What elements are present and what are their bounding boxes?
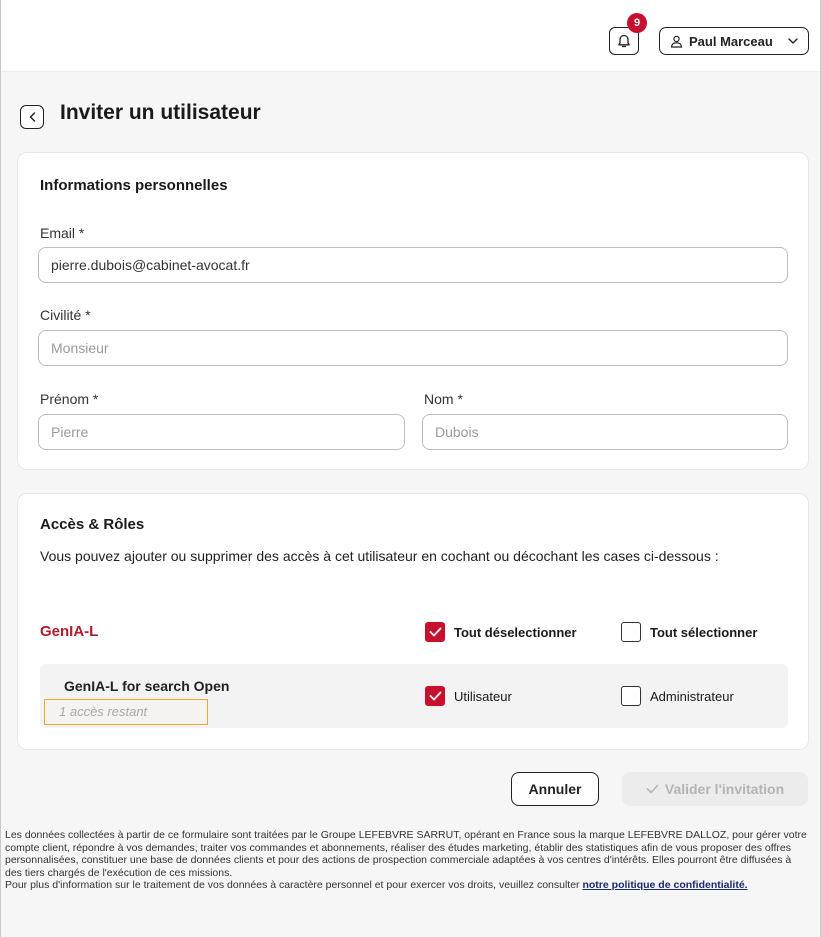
civilite-select[interactable] [38,330,788,366]
cancel-button[interactable]: Annuler [511,772,599,806]
select-all-checkbox[interactable] [621,622,641,642]
remaining-access-badge: 1 accès restant [44,699,208,725]
personal-info-card: Informations personnelles Email * Civili… [17,152,809,470]
check-icon [429,691,441,701]
user-icon [670,35,683,48]
user-name: Paul Marceau [689,33,773,49]
back-button[interactable] [20,105,44,129]
notifications-badge: 9 [627,13,647,33]
legal-text: Les données collectées à partir de ce fo… [5,829,807,879]
deselect-all-checkbox[interactable] [425,622,445,642]
prenom-field[interactable] [38,414,405,450]
role-admin-label: Administrateur [650,689,734,704]
check-icon [646,784,659,794]
personal-info-title: Informations personnelles [40,177,228,194]
validate-invitation-button[interactable]: Valider l'invitation [622,772,808,806]
prenom-label: Prénom * [40,391,99,407]
civilite-label: Civilité * [40,307,91,323]
validate-invitation-label: Valider l'invitation [664,781,785,797]
product-row: GenIA-L for search Open 1 accès restant … [40,664,788,728]
chevron-left-icon [29,112,35,122]
email-field[interactable] [38,247,788,283]
check-icon [429,627,441,637]
nom-field[interactable] [422,414,788,450]
user-menu-button[interactable]: Paul Marceau [659,27,809,55]
access-roles-card: Accès & Rôles Vous pouvez ajouter ou sup… [17,493,809,750]
bell-icon [618,34,630,47]
page-title: Inviter un utilisateur [60,101,261,124]
role-admin-checkbox[interactable] [621,686,641,706]
role-user-checkbox[interactable] [425,686,445,706]
access-description: Vous pouvez ajouter ou supprimer des acc… [40,548,719,564]
email-label: Email * [40,225,85,241]
product-group-title: GenIA-L [40,623,99,640]
legal-notice: Les données collectées à partir de ce fo… [5,829,811,892]
product-name: GenIA-L for search Open [64,678,230,694]
role-user-label: Utilisateur [454,689,512,704]
deselect-all-label: Tout déselectionner [454,625,577,640]
legal-text-rights: Pour plus d'information sur le traitemen… [5,879,583,891]
privacy-policy-link[interactable]: notre politique de confidentialité. [582,879,747,891]
access-roles-title: Accès & Rôles [40,516,145,533]
nom-label: Nom * [424,391,463,407]
chevron-down-icon [788,38,798,44]
select-all-label: Tout sélectionner [650,625,758,640]
